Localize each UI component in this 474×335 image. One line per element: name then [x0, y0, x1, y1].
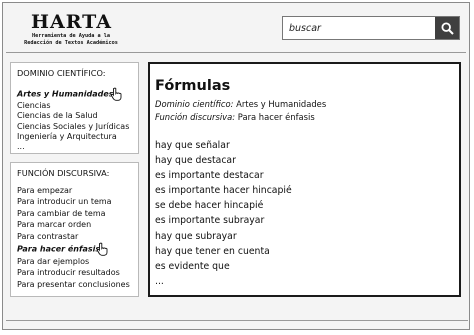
funcion-item[interactable]: Para dar ejemplos: [17, 256, 130, 267]
phrase-list: hay que señalar hay que destacar es import…: [155, 138, 292, 289]
funcion-item[interactable]: Para introducir resultados: [17, 267, 130, 278]
dominio-item-label: Ciencias: [17, 101, 51, 110]
phrase-item: ...: [155, 275, 164, 287]
dominio-item-label: Ciencias Sociales y Jurídicas: [17, 121, 130, 131]
search-bar: [282, 16, 460, 40]
meta-funcion-key: Función discursiva:: [155, 112, 236, 122]
phrase-item: se debe hacer hincapié: [155, 200, 264, 212]
phrase-item: hay que destacar: [155, 155, 236, 167]
meta-dominio-value: Artes y Humanidades: [236, 99, 327, 109]
formulas-panel: Fórmulas Dominio científico: Artes y Hum…: [148, 62, 461, 297]
dominio-panel: DOMINIO CIENTÍFICO: Artes y Humanidades C…: [10, 62, 139, 154]
funcion-title: FUNCIÓN DISCURSIVA:: [17, 168, 110, 178]
meta-dominio: Dominio científico: Artes y Humanidades: [155, 99, 326, 109]
dominio-item-label: ...: [17, 142, 25, 152]
dominio-item-label: Artes y Humanidades: [17, 89, 114, 99]
funcion-panel: FUNCIÓN DISCURSIVA: Para empezar Para int…: [10, 162, 139, 297]
phrase-item: hay que tener en cuenta: [155, 245, 270, 257]
dominio-list: Artes y Humanidades Ciencias Ciencias de l…: [17, 87, 129, 152]
funcion-item[interactable]: Para introducir un tema: [17, 196, 130, 207]
funcion-item-label: Para introducir resultados: [17, 268, 120, 278]
funcion-list: Para empezar Para introducir un tema Para …: [17, 185, 130, 290]
funcion-item-label: Para marcar orden: [17, 220, 92, 230]
phrase-item: es importante destacar: [155, 170, 264, 182]
logo-subtitle-line-1: Herramienta de Ayuda a la: [31, 33, 111, 39]
funcion-item-label: Para hacer énfasis: [17, 244, 101, 254]
header-divider: [6, 52, 466, 53]
funcion-item[interactable]: Para empezar: [17, 185, 130, 196]
funcion-item-label: Para cambiar de tema: [17, 208, 106, 218]
formulas-title: Fórmulas: [155, 78, 231, 94]
phrase-item: es importante subrayar: [155, 215, 265, 227]
phrase-item: es evidente que: [155, 260, 230, 272]
funcion-item[interactable]: Para cambiar de tema: [17, 208, 130, 219]
logo-title: HARTA: [31, 11, 112, 33]
dominio-title: DOMINIO CIENTÍFICO:: [17, 68, 106, 78]
funcion-item-label: Para empezar: [17, 186, 73, 195]
dominio-item[interactable]: Artes y Humanidades: [17, 87, 129, 101]
dominio-item[interactable]: Ciencias de la Salud: [17, 111, 129, 121]
search-input[interactable]: [283, 17, 433, 39]
dominio-item[interactable]: ...: [17, 142, 129, 152]
logo-subtitle-line-2: Redacción de Textos Académicos: [24, 40, 118, 46]
dominio-item[interactable]: Ingeniería y Arquitectura: [17, 132, 129, 142]
funcion-item[interactable]: Para presentar conclusiones: [17, 279, 130, 290]
funcion-item[interactable]: Para contrastar: [17, 231, 130, 242]
funcion-item-label: Para presentar conclusiones: [17, 279, 130, 289]
magnifier-icon: [440, 21, 454, 35]
phrase-item: hay que subrayar: [155, 230, 237, 242]
funcion-item-label: Para introducir un tema: [17, 197, 112, 207]
meta-dominio-key: Dominio científico:: [155, 99, 234, 109]
meta-funcion-value: Para hacer énfasis: [237, 112, 315, 122]
logo-subtitle: Herramienta de Ayuda a la Redacción de T…: [9, 33, 133, 47]
meta-funcion: Función discursiva: Para hacer énfasis: [155, 112, 315, 122]
dominio-item[interactable]: Ciencias Sociales y Jurídicas: [17, 122, 129, 132]
dominio-item-label: Ingeniería y Arquitectura: [17, 131, 117, 141]
phrase-item: es importante hacer hincapié: [155, 185, 292, 197]
funcion-item[interactable]: Para hacer énfasis: [17, 242, 130, 256]
hand-pointer-icon: [97, 242, 108, 256]
dominio-item-label: Ciencias de la Salud: [17, 111, 98, 121]
funcion-item[interactable]: Para marcar orden: [17, 219, 130, 230]
funcion-item-label: Para contrastar: [17, 231, 79, 241]
funcion-item-label: Para dar ejemplos: [17, 257, 90, 267]
phrase-item: hay que señalar: [155, 140, 230, 151]
footer-divider: [6, 320, 468, 321]
hand-pointer-icon: [110, 87, 121, 101]
search-button[interactable]: [435, 17, 459, 39]
dominio-item[interactable]: Ciencias: [17, 101, 129, 111]
